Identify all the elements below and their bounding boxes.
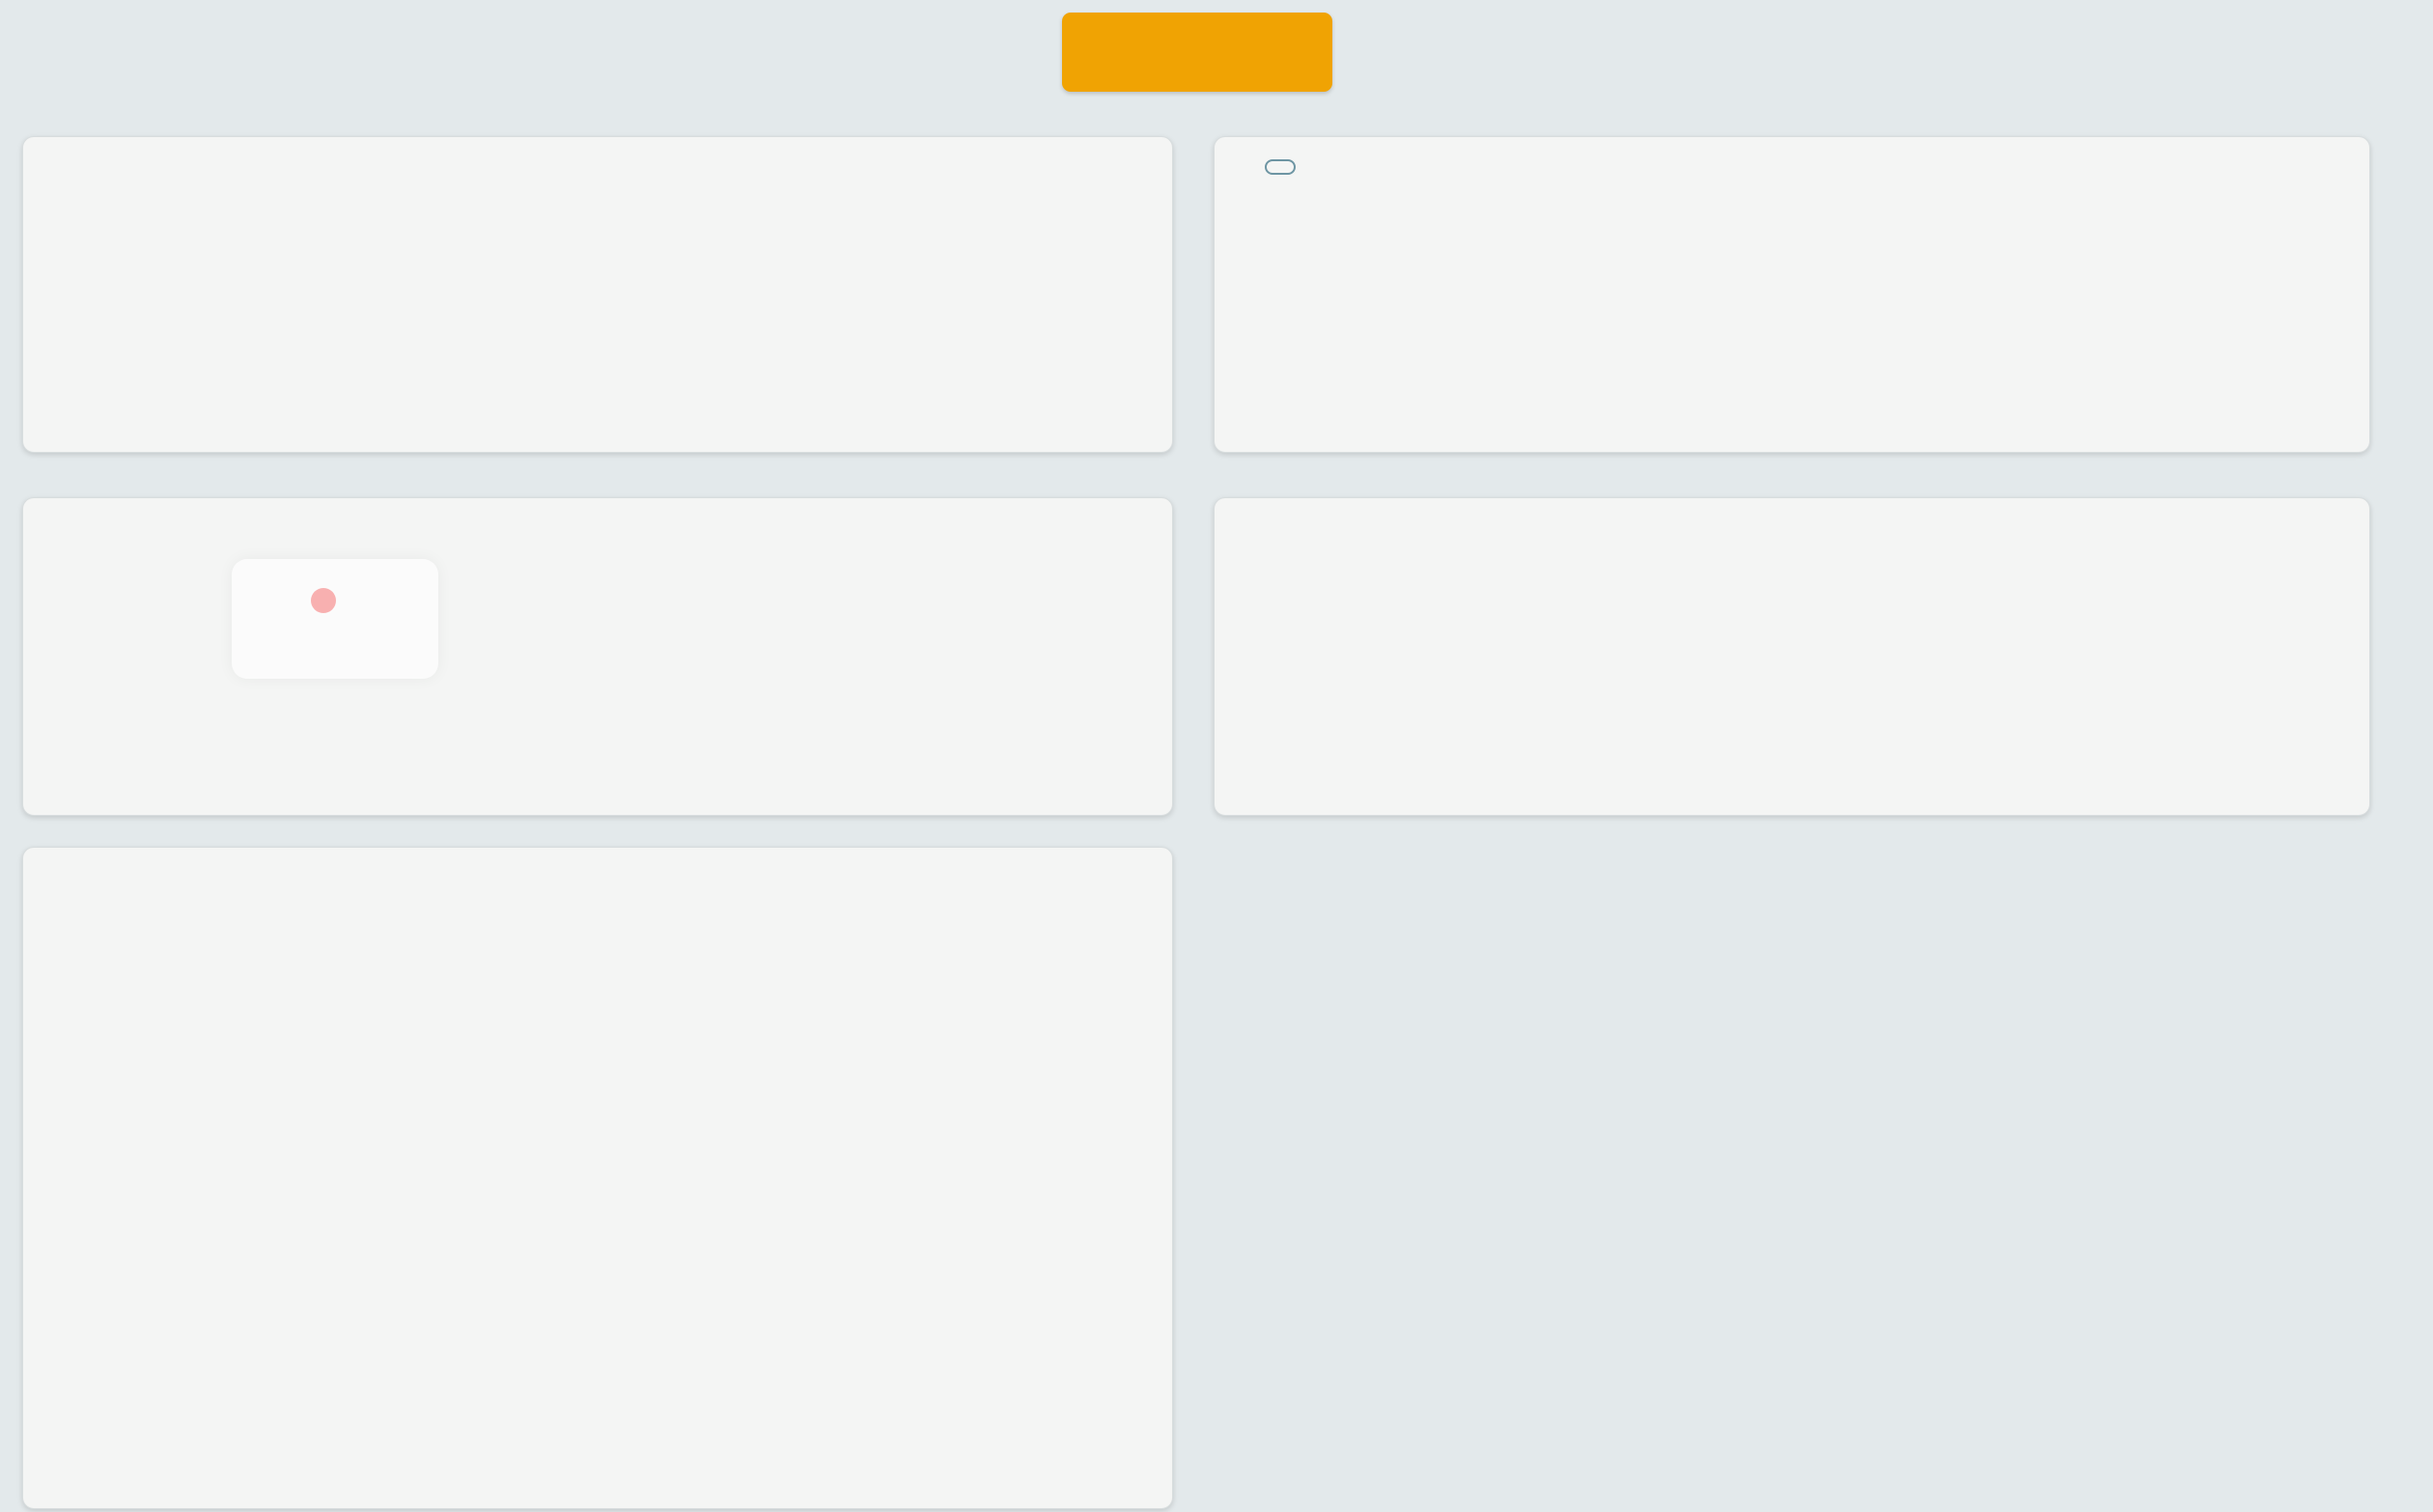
- connection-quality-panel: [22, 497, 1173, 816]
- unreachable-remotes-panel: [1214, 497, 2370, 816]
- chart-tooltip: [232, 559, 438, 679]
- hide-trend-charts-button[interactable]: [1062, 13, 1332, 92]
- sealing-issues-panel: [1214, 136, 2370, 453]
- lamp-faults-panel: [22, 136, 1173, 453]
- tooltip-issue-dot-icon: [311, 588, 336, 613]
- sealing-issues-title: [1247, 162, 2369, 178]
- response-rate-panel: [22, 847, 1173, 1509]
- beta-badge: [1265, 159, 1296, 175]
